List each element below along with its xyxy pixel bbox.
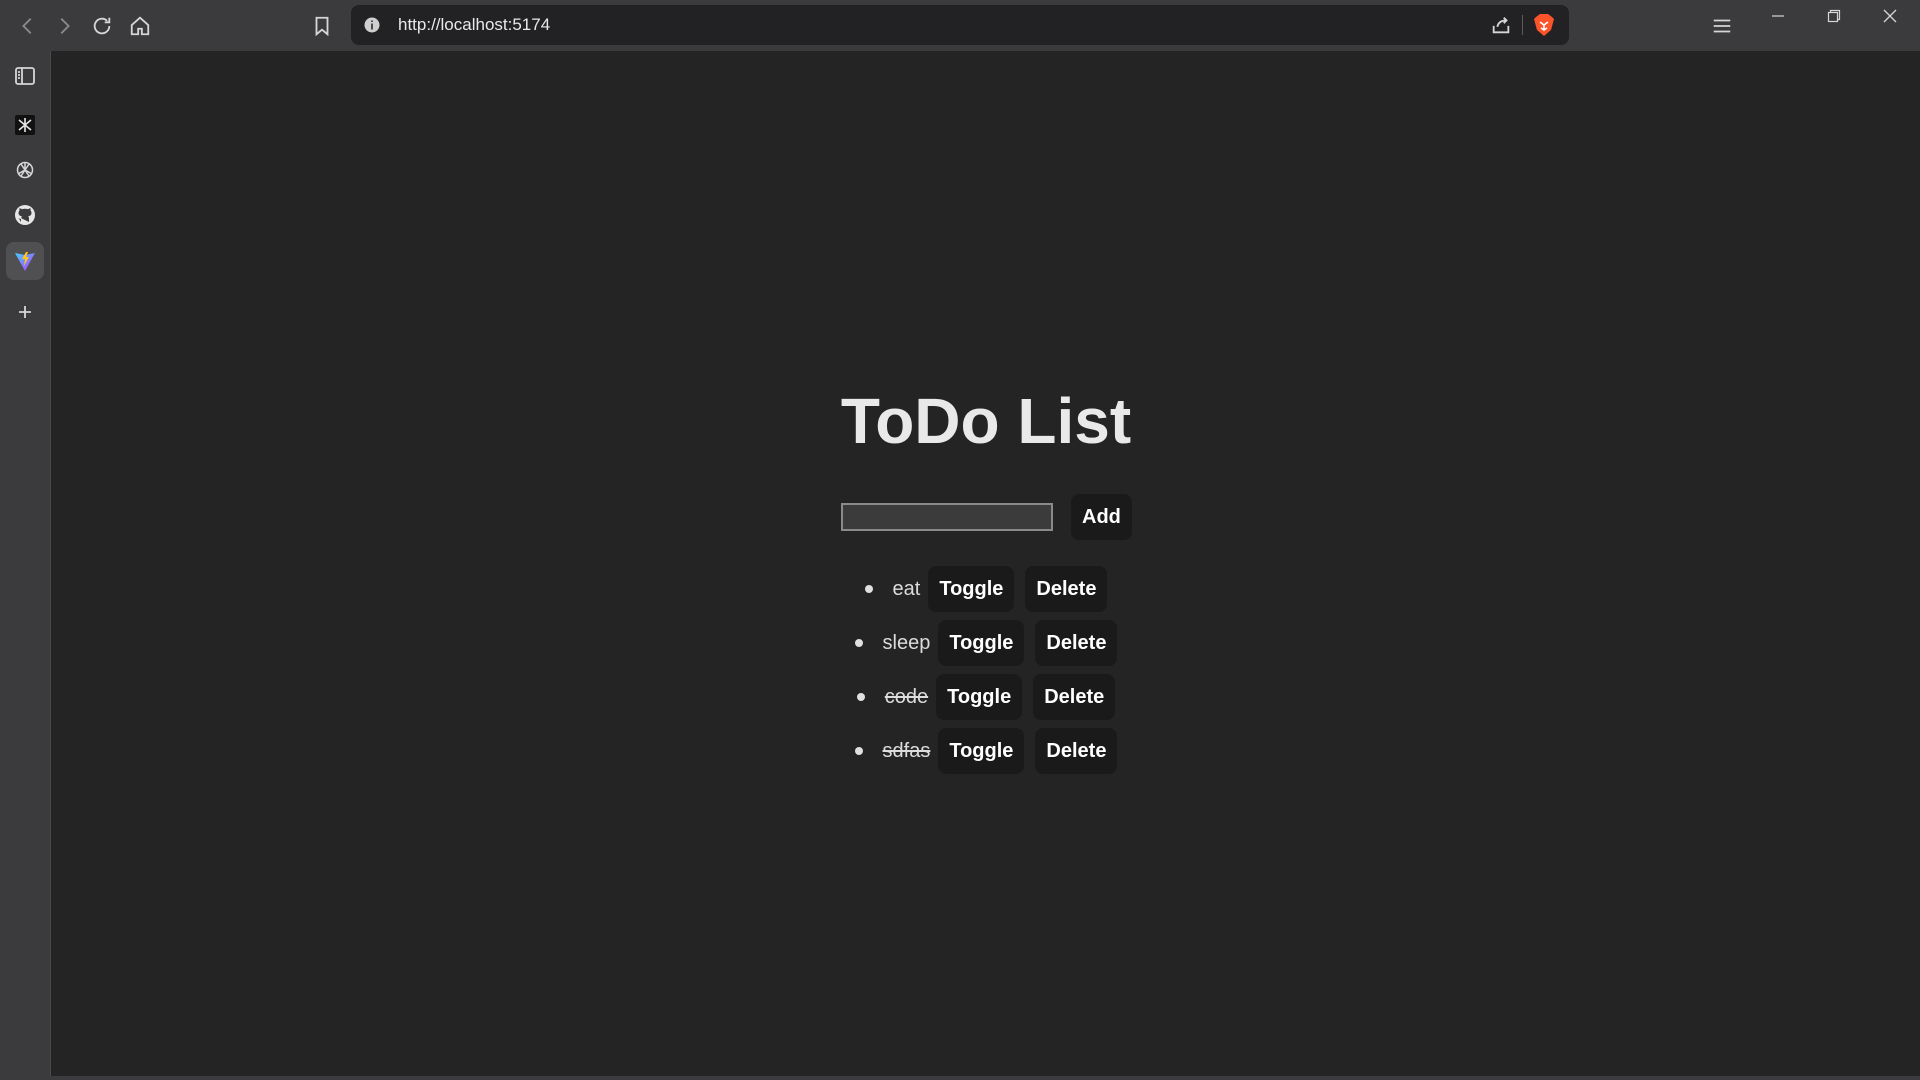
todo-text: sleep [882,631,931,654]
reload-icon [93,17,111,35]
forward-button[interactable] [48,10,80,42]
sidebar-app-github[interactable] [6,196,44,234]
site-info-button[interactable] [362,15,382,35]
browser-sidebar [0,51,51,1080]
add-button[interactable]: Add [1071,494,1132,540]
todo-item: sdfas Toggle Delete [52,724,1920,778]
delete-button[interactable]: Delete [1035,728,1118,774]
window-bottom-border [0,1076,1920,1080]
list-bullet [854,747,863,755]
toggle-button[interactable]: Toggle [938,728,1025,774]
openai-icon [16,161,34,179]
chevron-left-icon [22,18,32,34]
sidebar-add[interactable] [6,293,44,331]
app-logo-icon [15,115,35,135]
reload-button[interactable] [86,10,118,42]
vite-icon [15,252,35,271]
list-bullet [864,585,873,593]
browser-toolbar: http://localhost:5174 [0,0,1920,51]
share-button[interactable] [1489,13,1513,37]
urlbar-separator [1522,15,1523,35]
close-icon [1883,9,1897,23]
add-todo-form: Add [841,494,1132,540]
brave-lion-icon [1534,14,1554,36]
close-window-button[interactable] [1862,0,1918,32]
bookmark-button[interactable] [306,10,338,42]
sidebar-app-openai[interactable] [6,151,44,189]
page-title: ToDo List [840,385,1132,457]
sidebar-panel-toggle[interactable] [6,57,44,95]
chevron-right-icon [60,18,70,34]
minimize-button[interactable] [1750,0,1806,32]
sidebar-app-1[interactable] [6,106,44,144]
home-icon [130,16,150,36]
main-menu-button[interactable] [1706,10,1738,42]
info-icon [364,17,380,33]
list-bullet [856,693,865,701]
todo-list: eat Toggle Delete sleep Toggle Delete co… [52,562,1920,778]
todo-text: code [884,685,929,708]
toggle-button[interactable]: Toggle [936,674,1023,720]
address-bar[interactable]: http://localhost:5174 [351,5,1569,45]
todo-text: eat [892,577,921,600]
todo-text: sdfas [882,739,931,762]
brave-shields-button[interactable] [1531,12,1557,38]
todo-item: sleep Toggle Delete [52,616,1920,670]
minimize-icon [1772,15,1784,17]
delete-button[interactable]: Delete [1025,566,1108,612]
hamburger-menu-icon [1713,19,1731,33]
delete-button[interactable]: Delete [1035,620,1118,666]
back-button[interactable] [12,10,44,42]
todo-app: ToDo List Add eat Toggle Delete sleep To… [52,51,1920,1076]
restore-button[interactable] [1806,0,1862,32]
plus-icon [19,306,31,318]
todo-item: code Toggle Delete [52,670,1920,724]
url-text[interactable]: http://localhost:5174 [398,5,550,45]
toggle-button[interactable]: Toggle [938,620,1025,666]
toggle-button[interactable]: Toggle [928,566,1015,612]
bookmark-icon [315,16,329,37]
share-icon [1492,17,1510,34]
delete-button[interactable]: Delete [1033,674,1116,720]
todo-item: eat Toggle Delete [52,562,1920,616]
list-bullet [854,639,863,647]
sidebar-app-vite[interactable] [6,242,44,280]
sidebar-panel-icon [15,67,35,85]
github-icon [15,205,35,225]
home-button[interactable] [124,10,156,42]
restore-icon [1827,9,1841,23]
todo-input[interactable] [841,503,1053,531]
